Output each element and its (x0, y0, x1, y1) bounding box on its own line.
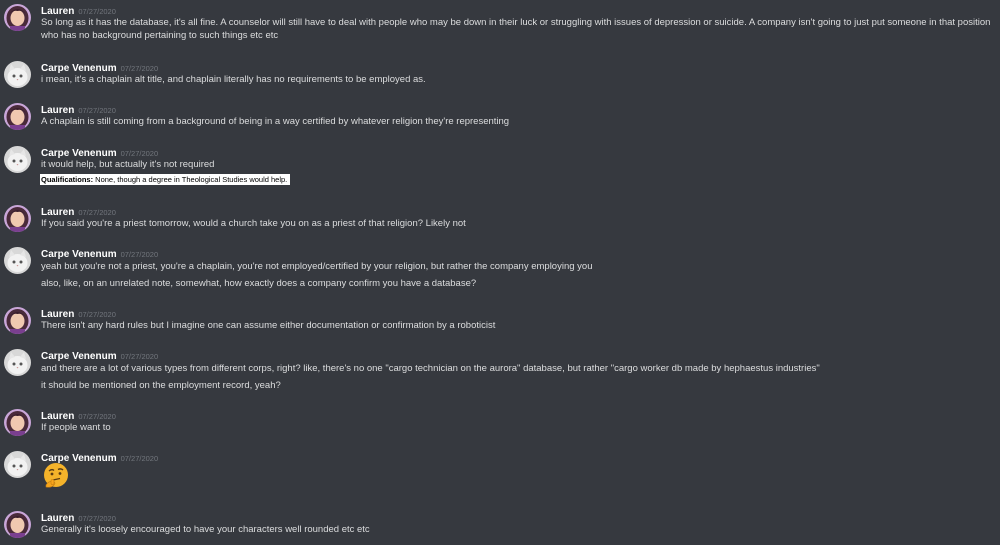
avatar-lauren[interactable] (4, 103, 31, 130)
author-name[interactable]: Carpe Venenum (41, 351, 117, 362)
message: Lauren 07/27/2020 So long as it has the d… (0, 0, 1000, 46)
timestamp: 07/27/2020 (78, 7, 116, 16)
message-header: Carpe Venenum 07/27/2020 (41, 349, 158, 363)
message: Carpe Venenum 07/27/2020 it would help, b… (0, 142, 1000, 190)
message-text: it should be mentioned on the employment… (41, 380, 281, 391)
message-text: There isn't any hard rules but I imagine… (41, 320, 496, 331)
message-text: yeah but you're not a priest, you're a c… (41, 261, 593, 272)
message-text: So long as it has the database, it's all… (41, 17, 991, 41)
message: Carpe Venenum 07/27/2020 i mean, it's a c… (0, 57, 1000, 91)
thinking-face-emoji[interactable] (41, 461, 71, 491)
message-text: A chaplain is still coming from a backgr… (41, 116, 510, 127)
avatar-carpe-venenum[interactable] (4, 247, 31, 274)
message-text: If you said you're a priest tomorrow, wo… (41, 218, 466, 229)
timestamp: 07/27/2020 (120, 352, 159, 361)
message-header: Carpe Venenum 07/27/2020 (41, 247, 158, 261)
avatar-lauren[interactable] (4, 307, 31, 334)
message-text: also, like, on an unrelated note, somewh… (41, 278, 477, 289)
avatar-carpe-venenum[interactable] (4, 451, 31, 478)
avatar-carpe-venenum[interactable] (4, 61, 31, 88)
timestamp: 07/27/2020 (78, 310, 116, 319)
message: Lauren 07/27/2020 If you said you're a pr… (0, 201, 1000, 235)
timestamp: 07/27/2020 (120, 64, 159, 73)
timestamp: 07/27/2020 (120, 149, 159, 158)
message: Lauren 07/27/2020 If people want to (0, 405, 1000, 439)
message: Lauren 07/27/2020 There isn't any hard ru… (0, 303, 1000, 337)
message: Carpe Venenum 07/27/2020 yeah but you're … (0, 243, 1000, 293)
embed-text: None, though a degree in Theological Stu… (93, 175, 288, 184)
avatar-lauren[interactable] (4, 4, 31, 31)
avatar-carpe-venenum[interactable] (4, 349, 31, 376)
timestamp: 07/27/2020 (120, 454, 159, 463)
embed-label: Qualifications: (41, 175, 94, 184)
timestamp: 07/27/2020 (78, 208, 116, 217)
avatar-lauren[interactable] (4, 511, 31, 538)
message: Lauren 07/27/2020 Generally it's loosely … (0, 507, 1000, 543)
timestamp: 07/27/2020 (78, 412, 116, 421)
author-name[interactable]: Carpe Venenum (41, 249, 117, 260)
message-text: and there are a lot of various types fro… (41, 363, 820, 374)
avatar-lauren[interactable] (4, 409, 31, 436)
message: Lauren 07/27/2020 A chaplain is still com… (0, 99, 1000, 133)
avatar-lauren[interactable] (4, 205, 31, 232)
message-text: If people want to (41, 422, 111, 433)
timestamp: 07/27/2020 (78, 514, 116, 523)
chat-log: Lauren 07/27/2020 So long as it has the d… (0, 0, 1000, 545)
message: Carpe Venenum 07/27/2020 (0, 447, 1000, 497)
avatar-carpe-venenum[interactable] (4, 146, 31, 173)
embedded-screenshot[interactable]: Qualifications: None, though a degree in… (40, 174, 291, 185)
message-text: it would help, but actually it's not req… (41, 159, 215, 170)
timestamp: 07/27/2020 (120, 250, 159, 259)
message-text: i mean, it's a chaplain alt title, and c… (41, 74, 426, 85)
message-text: Generally it's loosely encouraged to hav… (41, 524, 370, 535)
timestamp: 07/27/2020 (78, 106, 116, 115)
message: Carpe Venenum 07/27/2020 and there are a … (0, 345, 1000, 395)
